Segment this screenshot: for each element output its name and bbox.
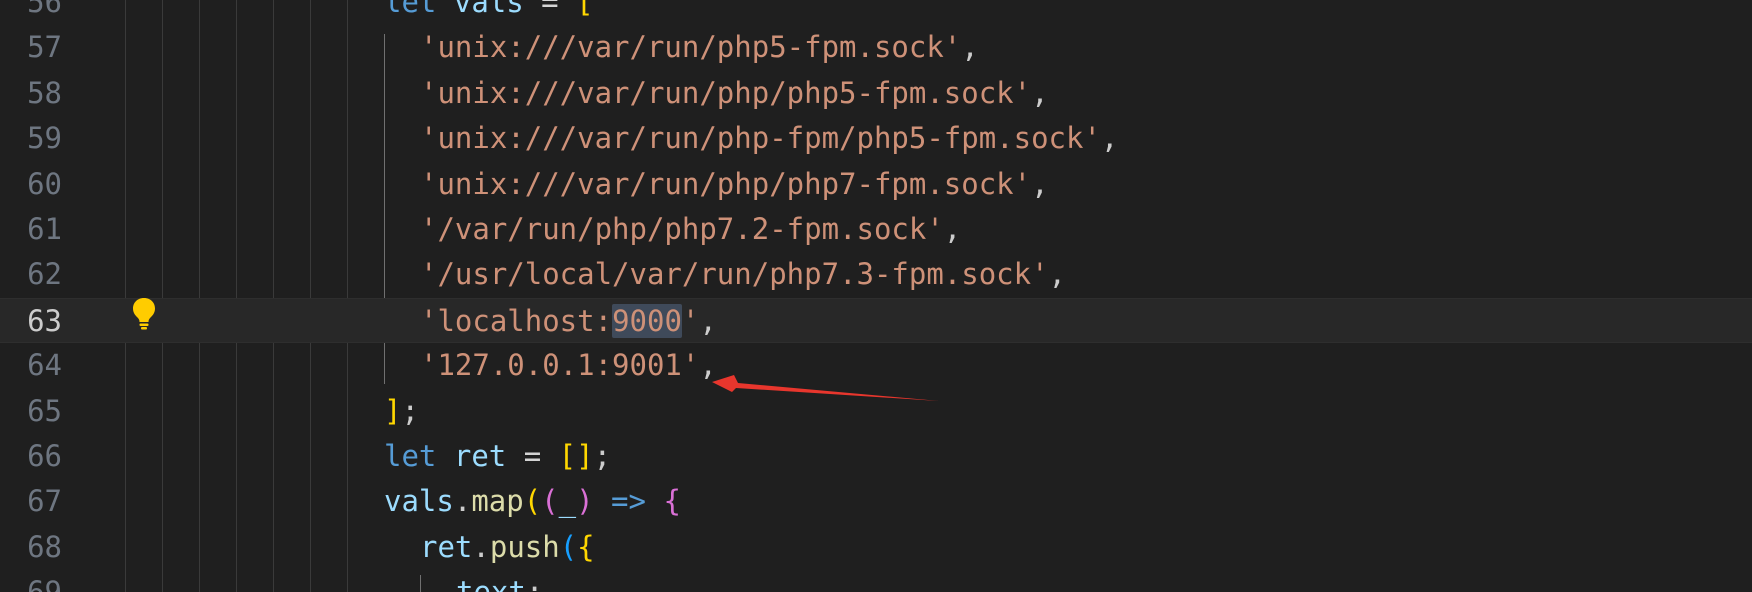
red-arrow-annotation [712, 375, 939, 401]
code-editor[interactable]: 56 let vals = [57'unix:///var/run/php5-fp… [0, 0, 1752, 592]
